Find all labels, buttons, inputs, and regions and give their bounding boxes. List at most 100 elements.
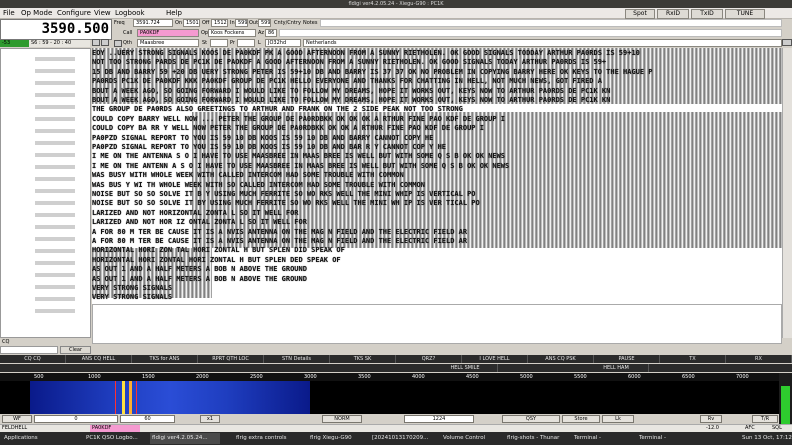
cq-input[interactable] <box>0 346 58 354</box>
spot-button[interactable]: Spot <box>625 9 655 19</box>
province-field[interactable] <box>237 39 255 47</box>
frequency-display[interactable]: 3590.500 <box>0 19 112 40</box>
menu-op-mode[interactable]: Op Mode <box>21 9 52 18</box>
notes-label: Notes <box>303 20 318 26</box>
menu-logbook[interactable]: Logbook <box>115 9 145 18</box>
locator-field[interactable]: JO32hd <box>265 39 301 47</box>
level-meter-fill <box>781 386 790 424</box>
macro-hell-smile[interactable]: HELL SMILE <box>433 364 498 372</box>
macro-button[interactable]: TX <box>660 355 726 363</box>
lookup-icon[interactable] <box>101 39 109 46</box>
freq-field[interactable]: 3591.724 <box>133 19 173 27</box>
task-fldigi[interactable]: fldigi ver4.2.05.24... <box>150 433 220 444</box>
mode-status[interactable]: FELDHELL <box>2 425 27 432</box>
macro-button[interactable]: RX <box>726 355 792 363</box>
log-save-icon[interactable] <box>92 39 100 46</box>
receive-scrollbar[interactable] <box>782 48 792 338</box>
mode-norm-button[interactable]: NORM <box>322 415 362 423</box>
sql-toggle[interactable]: SQL <box>772 425 782 432</box>
macro-button[interactable]: ANS CQ HELL <box>66 355 132 363</box>
task-volume[interactable]: Volume Control <box>441 433 493 444</box>
task-thunar[interactable]: flrig-shots - Thunar <box>505 433 565 444</box>
country-dropdown-icon[interactable] <box>782 39 792 46</box>
notes-field[interactable] <box>320 19 782 27</box>
qth-label: Qth <box>123 40 133 46</box>
macro-hell-ham[interactable]: HELL HAM <box>584 364 649 372</box>
menu-configure[interactable]: Configure <box>57 9 91 18</box>
macro-button[interactable]: STN Details <box>264 355 330 363</box>
macro-button[interactable]: TKS SK <box>330 355 396 363</box>
macro-button[interactable]: I LOVE HELL <box>462 355 528 363</box>
time-off-field[interactable]: 1512 <box>211 19 228 27</box>
task-screenshot[interactable]: [20241013170209... <box>370 433 432 444</box>
hell-text-line: HORIZONTAL HORI ZONTAL HORI ZONTAL H BUT… <box>92 255 341 264</box>
tr-button[interactable]: T/R <box>752 415 778 423</box>
task-terminal-2[interactable]: Terminal - <box>637 433 679 444</box>
scale-tick: 500 <box>34 374 44 380</box>
azimuth-field[interactable]: 86 <box>265 29 277 37</box>
country-field[interactable]: Netherlands <box>303 39 782 47</box>
menu-view[interactable]: View <box>94 9 111 18</box>
reverse-button[interactable]: Rv <box>700 415 722 423</box>
macro-button[interactable]: RPRT QTH LOC <box>198 355 264 363</box>
loc-label: L <box>258 40 261 46</box>
wf-level-field[interactable]: 0 <box>34 415 118 423</box>
hell-text-line: WAS BUS Y WI TH WHOLE WEEK WITH SO CALLE… <box>92 180 425 189</box>
frequency-scale: 500 1000 1500 2000 2500 3000 3500 4000 4500 5000 5… <box>0 373 792 381</box>
macro-button[interactable]: PAUSE <box>594 355 660 363</box>
scale-tick: 3000 <box>304 374 317 380</box>
macro-button[interactable]: CQ CQ <box>0 355 66 363</box>
clear-button[interactable]: Clear <box>60 346 91 354</box>
macro-button[interactable]: QRZ? <box>396 355 462 363</box>
hell-text-line: AS OUT 1 AND A HALF METERS A BOB N ABOVE… <box>92 274 307 283</box>
qth-field[interactable]: Maasbree <box>137 39 199 47</box>
hell-text-line: PA0RDS PC1K DE PA0KDF KKK PA0KDF GROUP D… <box>92 77 602 86</box>
rst-in-field[interactable]: 599 <box>235 19 248 27</box>
task-flrig-extra[interactable]: flrig extra controls <box>234 433 296 444</box>
store-button[interactable]: Store <box>562 415 600 423</box>
log-clear-icon[interactable] <box>114 40 122 47</box>
hell-receive-display[interactable]: EOY ..UERY STRONG SIGNALS KOOS DE PA0KDF… <box>92 48 782 304</box>
time-on-field[interactable]: 1501 <box>183 19 200 27</box>
hell-text-line: VERY STRONG SIGNALS <box>92 284 173 292</box>
signal-browser[interactable] <box>0 48 91 338</box>
cnty-label: Cnty/Cntry <box>274 20 301 26</box>
menu-help[interactable]: Help <box>166 9 182 18</box>
hell-text-line: NOISE BUT SO SO SOLVE IT BY USING MUCH F… <box>92 199 480 208</box>
zoom-button[interactable]: x1 <box>200 415 220 423</box>
hell-text-line: PA0PZD SIGNAL REPORT TO YOU IS 59 10 DB … <box>92 143 447 151</box>
task-logbook[interactable]: PC1K QSO Logbo... <box>84 433 146 444</box>
hell-text-line: EOY ..UERY STRONG SIGNALS KOOS DE PA0KDF… <box>92 49 640 57</box>
hell-text-line: HORIZONTAL HORI ZON TAL HORI ZONTAL H BU… <box>92 246 345 255</box>
qsy-button[interactable]: QSY <box>502 415 560 423</box>
tuning-cursor[interactable] <box>115 381 137 414</box>
rxid-button[interactable]: RxID <box>657 9 689 19</box>
call-field[interactable]: PA0KDF <box>137 29 199 37</box>
state-field[interactable] <box>210 39 228 47</box>
txid-button[interactable]: TxID <box>691 9 723 19</box>
applications-menu[interactable]: Applications <box>2 433 40 444</box>
macro-button[interactable]: TKS for ANS <box>132 355 198 363</box>
notes-field-2[interactable] <box>279 29 782 37</box>
hell-text-line: THE GROUP DE PA0RDS ALSO GREETINGS TO AR… <box>92 105 463 114</box>
task-flrig[interactable]: flrig Xiegu-G90 <box>308 433 364 444</box>
hell-text-line: BOUT A WEEK AGO, SO GOING FORWARD I WOUL… <box>92 86 611 95</box>
wf-button[interactable]: WF <box>2 415 32 423</box>
waterfall[interactable] <box>0 381 779 414</box>
hell-text-line: NOISE BUT SO SO SOLVE IT B Y USING MUCH … <box>92 190 476 198</box>
menu-file[interactable]: File <box>3 9 15 18</box>
zoom-field[interactable]: 60 <box>120 415 175 423</box>
task-terminal-1[interactable]: Terminal - <box>572 433 614 444</box>
carrier-freq-field[interactable]: 1224 <box>404 415 474 423</box>
scale-tick: 4500 <box>466 374 479 380</box>
afc-toggle[interactable]: AFC <box>745 425 755 432</box>
scale-tick: 3500 <box>358 374 371 380</box>
tune-button[interactable]: TUNE <box>725 9 765 19</box>
az-label: Az <box>258 30 265 36</box>
rst-out-field[interactable]: 599 <box>258 19 271 27</box>
macro-button[interactable]: ANS CQ PSK <box>528 355 594 363</box>
transmit-text-area[interactable] <box>92 304 782 344</box>
operator-field[interactable]: Koos Fockens <box>208 29 256 37</box>
af-level: -12.0 <box>706 425 719 431</box>
lock-button[interactable]: Lk <box>602 415 634 423</box>
